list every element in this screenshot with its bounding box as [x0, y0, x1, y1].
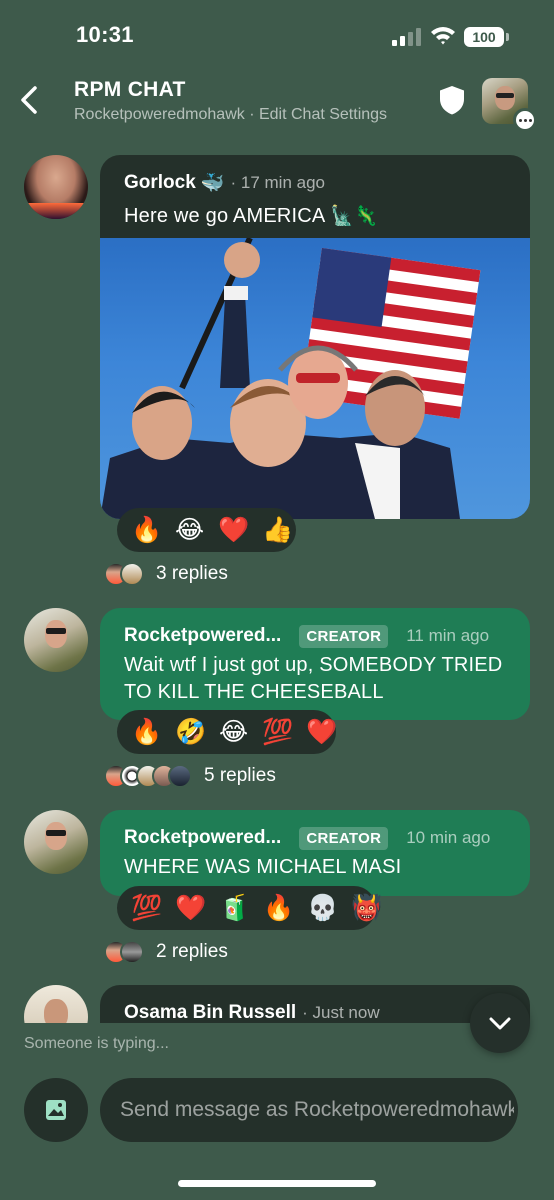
creator-badge: CREATOR — [299, 624, 389, 648]
message-author[interactable]: Rocketpowered... — [124, 827, 281, 849]
message-author[interactable]: Gorlock — [124, 172, 196, 194]
message-time: 11 min ago — [406, 626, 490, 645]
reaction-juice-box[interactable]: 🧃 — [219, 894, 250, 923]
cellular-signal-icon — [392, 28, 422, 46]
author-emoji: 🐳 — [200, 173, 225, 194]
message-bubble[interactable]: Rocketpowered... CREATOR 11 min ago Wait… — [100, 608, 530, 720]
avatar-osama-bin-russell[interactable] — [24, 985, 88, 1023]
reaction-laughing[interactable]: 😂 — [219, 717, 248, 747]
image-icon — [46, 1100, 66, 1120]
reaction-skull[interactable]: 💀 — [307, 894, 338, 923]
message-bubble[interactable]: Rocketpowered... CREATOR 10 min ago WHER… — [100, 810, 530, 896]
replies-link[interactable]: 2 replies — [104, 938, 228, 966]
reaction-hundred[interactable]: 💯 — [262, 718, 293, 747]
reaction-bar: 💯 ❤️ 🧃 🔥 💀 👹 — [117, 886, 382, 930]
reaction-heart[interactable]: ❤️ — [306, 718, 337, 747]
reaction-heart[interactable]: ❤️ — [175, 894, 206, 923]
chat-header: RPM CHAT Rocketpoweredmohawk · Edit Chat… — [0, 72, 554, 136]
reaction-laughing[interactable]: 😂 — [175, 515, 204, 545]
reaction-ogre[interactable]: 👹 — [351, 894, 382, 923]
message-bubble[interactable]: Osama Bin Russell · Just now — [100, 985, 530, 1023]
message-image[interactable] — [100, 238, 530, 519]
message-text: WHERE WAS MICHAEL MASI — [124, 856, 402, 878]
message-author[interactable]: Osama Bin Russell — [124, 1002, 296, 1023]
reaction-bar: 🔥 🤣 😂 💯 ❤️ — [117, 710, 337, 754]
typing-indicator: Someone is typing... — [24, 1035, 169, 1052]
message-input[interactable] — [120, 1078, 514, 1142]
replies-link[interactable]: 3 replies — [104, 560, 228, 588]
avatar-rocketpoweredmohawk[interactable] — [24, 608, 88, 672]
replies-link[interactable]: 5 replies — [104, 762, 276, 790]
battery-icon: 100 — [464, 27, 509, 47]
chat-subtitle-settings-link[interactable]: Rocketpoweredmohawk · Edit Chat Settings — [74, 106, 387, 124]
message-author[interactable]: Rocketpowered... — [124, 625, 281, 647]
replies-count[interactable]: 5 replies — [204, 765, 276, 787]
status-time: 10:31 — [76, 22, 134, 47]
attach-photo-button[interactable] — [24, 1078, 88, 1142]
home-indicator[interactable] — [178, 1180, 376, 1187]
replies-count[interactable]: 2 replies — [156, 941, 228, 963]
status-bar: 10:31 100 — [0, 0, 554, 72]
chevron-down-icon — [489, 1017, 511, 1030]
chat-title: RPM CHAT — [74, 78, 186, 101]
shield-icon[interactable] — [438, 84, 466, 116]
message-time: · 17 min ago — [230, 173, 325, 192]
reply-avatars — [104, 940, 144, 964]
more-options-icon[interactable] — [513, 108, 537, 132]
message-text: Here we go AMERICA — [124, 205, 325, 227]
message-time: 10 min ago — [406, 828, 491, 847]
message-text: Wait wtf I just got up, SOMEBODY TRIED T… — [124, 654, 503, 703]
message-composer[interactable] — [100, 1078, 518, 1142]
reaction-hundred[interactable]: 💯 — [131, 894, 162, 923]
reaction-fire[interactable]: 🔥 — [131, 718, 162, 747]
reaction-thumbs-up[interactable]: 👍 — [262, 516, 293, 545]
reaction-rofl[interactable]: 🤣 — [175, 718, 206, 747]
replies-count[interactable]: 3 replies — [156, 563, 228, 585]
reaction-bar: 🔥 😂 ❤️ 👍 — [117, 508, 296, 552]
message-time: · Just now — [302, 1003, 380, 1022]
chevron-left-icon[interactable] — [14, 82, 46, 118]
reaction-fire[interactable]: 🔥 — [131, 516, 162, 545]
creator-badge: CREATOR — [299, 826, 389, 850]
avatar-rocketpoweredmohawk[interactable] — [24, 810, 88, 874]
message-text-emoji: 🗽🦎 — [330, 206, 378, 227]
reaction-fire[interactable]: 🔥 — [263, 894, 294, 923]
avatar-gorlock[interactable] — [24, 155, 88, 219]
reaction-heart[interactable]: ❤️ — [218, 516, 249, 545]
scroll-to-bottom-button[interactable] — [470, 993, 530, 1053]
reply-avatars — [104, 764, 192, 788]
wifi-icon — [431, 27, 455, 45]
meme-photo-illustration — [100, 238, 481, 519]
reply-avatars — [104, 562, 144, 586]
